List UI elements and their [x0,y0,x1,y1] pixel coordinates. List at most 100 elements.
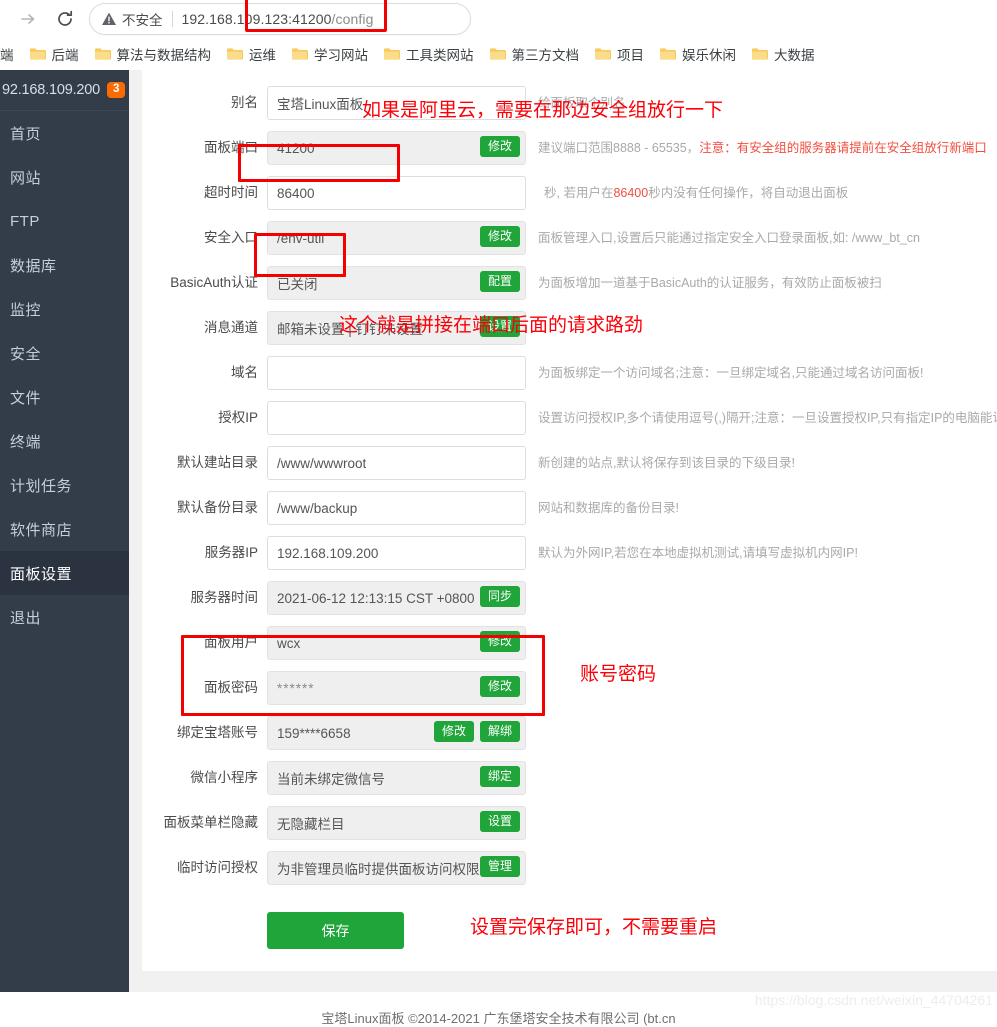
form-row: 超时时间 86400 秒, 若用户在86400秒内没有任何操作，将自动退出面板 [142,176,997,221]
sidebar-item-label: 监控 [10,301,42,319]
sidebar-item-label: 数据库 [10,257,57,275]
sidebar-item-监控[interactable]: 监控 [0,287,129,331]
sidebar-item-终端[interactable]: 终端 [0,419,129,463]
button-配置[interactable]: 配置 [479,271,520,292]
sidebar-item-软件商店[interactable]: 软件商店 [0,507,129,551]
bookmark-label: 运维 [249,48,276,63]
field-wrapper [267,356,526,390]
form-row: 面板菜单栏隐藏 无隐藏栏目 设置 [142,806,997,851]
bookmark-folder-0[interactable]: 端 [0,41,21,67]
field-buttons: 修改 解绑 [433,721,520,742]
field-label: 服务器IP [204,545,258,560]
bookmark-folder-8[interactable]: 娱乐休闲 [652,41,743,67]
hint-highlight-number: 86400 [613,186,649,200]
form-row: 面板用户 wcx 修改 [142,626,997,671]
input-域名[interactable] [267,356,526,390]
forward-arrow-icon[interactable] [14,5,42,33]
field-hint: 默认为外网IP,若您在本地虚拟机测试,请填写虚拟机内网IP! [538,546,858,560]
sidebar-item-label: 网站 [10,169,42,187]
folder-icon [489,47,506,61]
button-同步[interactable]: 同步 [479,586,520,607]
sidebar-item-label: 退出 [10,609,42,627]
form-row: 服务器IP 192.168.109.200 默认为外网IP,若您在本地虚拟机测试,请… [142,536,997,581]
field-value: 宝塔Linux面板 [277,97,364,112]
field-hint: 面板管理入口,设置后只能通过指定安全入口登录面板,如: /www_bt_cn [538,231,920,245]
input-默认建站目录[interactable]: /www/wwwroot [267,446,526,480]
field-value: 86400 [277,185,315,201]
button-解绑[interactable]: 解绑 [479,721,520,742]
button-修改[interactable]: 修改 [479,631,520,652]
field-value: 192.168.109.200 [277,545,379,561]
button-修改[interactable]: 修改 [479,136,520,157]
input-授权IP[interactable] [267,401,526,435]
button-管理[interactable]: 管理 [479,856,520,877]
field-wrapper: 192.168.109.200 [267,536,526,570]
form-row: 域名 为面板绑定一个访问域名;注意：一旦绑定域名,只能通过域名访问面板! [142,356,997,401]
field-hint: 建议端口范围8888 - 65535，注意：有安全组的服务器请提前在安全组放行新… [538,141,987,155]
field-buttons: 设置 [479,811,520,832]
sidebar: 92.168.109.200 3 首页 网站 FTP 数据库 监控 安全 文件 终端 计划任务软… [0,70,129,1024]
warning-triangle-icon [100,11,117,28]
bookmark-folder-1[interactable]: 后端 [22,41,86,67]
field-value: 为非管理员临时提供面板访问权限 [277,862,480,877]
field-hint: 网站和数据库的备份目录! [538,501,679,515]
input-超时时间[interactable]: 86400 [267,176,526,210]
input-默认备份目录[interactable]: /www/backup [267,491,526,525]
field-hint: 为面板绑定一个访问域名;注意：一旦绑定域名,只能通过域名访问面板! [538,366,924,380]
bookmark-folder-5[interactable]: 工具类网站 [376,41,481,67]
bookmark-folder-4[interactable]: 学习网站 [284,41,375,67]
bookmark-label: 后端 [51,48,79,63]
sidebar-item-label: 文件 [10,389,42,407]
field-wrapper: /env-util 修改 [267,221,526,255]
field-hint: 为面板增加一道基于BasicAuth的认证服务，有效防止面板被扫 [538,276,882,290]
button-设置[interactable]: 设置 [479,811,520,832]
bookmark-label: 第三方文档 [511,48,580,63]
field-value: 2021-06-12 12:13:15 CST +0800 [277,590,475,606]
field-label: 面板用户 [204,635,258,650]
sidebar-item-FTP[interactable]: FTP [0,199,129,243]
sidebar-item-数据库[interactable]: 数据库 [0,243,129,287]
field-wrapper: /www/backup [267,491,526,525]
sidebar-item-安全[interactable]: 安全 [0,331,129,375]
bookmark-folder-6[interactable]: 第三方文档 [482,41,587,67]
sidebar-item-退出[interactable]: 退出 [0,595,129,639]
save-button[interactable]: 保存 [267,912,404,949]
sidebar-item-首页[interactable]: 首页 [0,111,129,155]
bookmark-folder-9[interactable]: 大数据 [744,41,822,67]
sidebar-item-网站[interactable]: 网站 [0,155,129,199]
sidebar-item-计划任务[interactable]: 计划任务 [0,463,129,507]
bookmark-folder-7[interactable]: 项目 [587,41,651,67]
sidebar-item-文件[interactable]: 文件 [0,375,129,419]
field-buttons: 修改 [479,631,520,652]
input-服务器IP[interactable]: 192.168.109.200 [267,536,526,570]
sidebar-item-面板设置[interactable]: 面板设置 [0,551,129,595]
folder-icon [659,47,676,61]
bookmark-folder-2[interactable]: 算法与数据结构 [87,41,219,67]
bookmark-folder-3[interactable]: 运维 [219,41,283,67]
bookmark-label: 工具类网站 [406,48,474,63]
sidebar-item-label: FTP [10,212,40,230]
button-修改[interactable]: 修改 [433,721,474,742]
main-content: 别名 宝塔Linux面板 给面板取个别名 面板端口 41200 修改 建议端口范围8888 … [129,70,997,1024]
field-value: 159****6658 [277,725,351,741]
field-label: 面板菜单栏隐藏 [163,815,259,830]
sidebar-item-label: 首页 [10,125,42,143]
sidebar-notification-badge[interactable]: 3 [107,81,126,99]
security-status-label: 不安全 [122,13,163,28]
copyright-text: 宝塔Linux面板 ©2014-2021 广东堡塔安全技术有限公司 (bt.cn [321,1011,676,1026]
address-bar[interactable]: 不安全 192.168.109.123:41200/config [90,4,470,34]
button-绑定[interactable]: 绑定 [479,766,520,787]
panel-settings-card: 别名 宝塔Linux面板 给面板取个别名 面板端口 41200 修改 建议端口范围8888 … [142,70,997,971]
folder-icon [29,47,46,61]
button-修改[interactable]: 修改 [479,226,520,247]
reload-icon[interactable] [50,5,80,33]
button-修改[interactable]: 修改 [479,676,520,697]
form-row: 临时访问授权 为非管理员临时提供面板访问权限 管理 [142,851,997,896]
field-buttons: 绑定 [479,766,520,787]
red-annotation-0: 如果是阿里云，需要在那边安全组放行一下 [362,100,724,121]
field-label: 域名 [231,365,258,380]
field-value: ****** [277,680,315,696]
form-row: BasicAuth认证 已关闭 配置 为面板增加一道基于BasicAuth的认证服务，… [142,266,997,311]
field-label: 安全入口 [204,230,258,245]
field-value: 当前未绑定微信号 [277,772,385,787]
